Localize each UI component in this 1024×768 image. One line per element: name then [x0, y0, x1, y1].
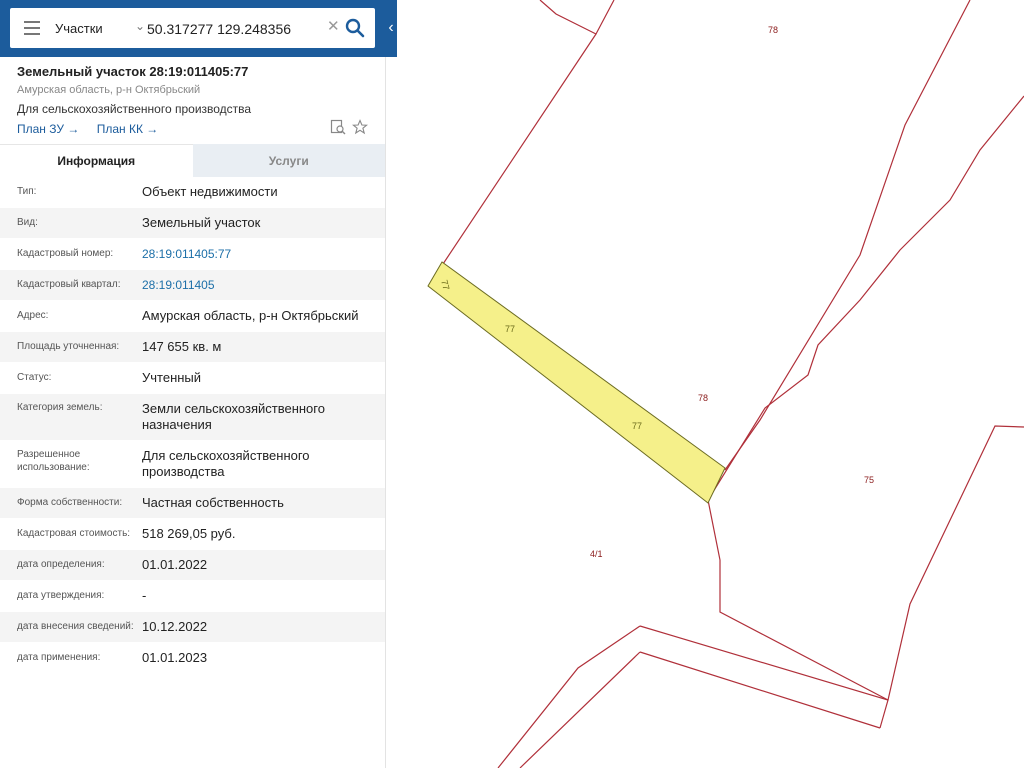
property-value: Земли сельскохозяйственного назначения	[142, 401, 325, 432]
property-value: Для сельскохозяйственного производства	[142, 448, 310, 479]
property-label: Площадь уточненная:	[17, 341, 120, 352]
property-label: Форма собственности:	[17, 497, 123, 508]
property-row-permitted-use: Разрешенное использование: Для сельскохо…	[0, 441, 385, 488]
search-document-icon[interactable]	[330, 119, 346, 135]
property-value: Частная собственность	[142, 495, 284, 510]
property-row-status: Статус: Учтенный	[0, 363, 385, 394]
property-label: Разрешенное использование:	[17, 449, 90, 473]
object-use: Для сельскохозяйственного производства	[17, 102, 252, 116]
property-value: 10.12.2022	[142, 619, 208, 634]
property-label: Вид:	[17, 217, 38, 228]
property-label: дата утверждения:	[17, 590, 105, 601]
object-header: Земельный участок 28:19:011405:77 Амурск…	[17, 64, 377, 116]
property-row-approval-date: дата утверждения: -	[0, 581, 385, 612]
property-row-cadastral-number: Кадастровый номер: 28:19:011405:77	[0, 239, 385, 270]
property-row-kind: Вид: Земельный участок	[0, 208, 385, 239]
chevron-left-icon[interactable]: ‹	[385, 8, 397, 48]
property-label: Тип:	[17, 186, 37, 197]
object-title: Земельный участок 28:19:011405:77	[17, 64, 249, 79]
property-value: Амурская область, р-н Октябрьский	[142, 308, 359, 323]
property-value: 01.01.2023	[142, 650, 208, 665]
property-label: Адрес:	[17, 310, 49, 321]
plan-links: План ЗУ → План КК →	[17, 122, 172, 136]
property-label: Кадастровая стоимость:	[17, 528, 131, 539]
property-value: Учтенный	[142, 370, 202, 385]
property-row-address: Адрес: Амурская область, р-н Октябрьский	[0, 301, 385, 332]
search-box: Участки ⌄ ✕	[10, 8, 375, 48]
search-input[interactable]	[145, 16, 329, 42]
star-icon[interactable]	[352, 119, 368, 135]
search-icon[interactable]	[344, 17, 366, 39]
map-label-78-mid: 78	[698, 393, 708, 403]
property-row-application-date: дата применения: 01.01.2023	[0, 643, 385, 674]
search-bar: Участки ⌄ ✕ ‹	[0, 0, 397, 57]
tab-information[interactable]: Информация	[0, 144, 193, 177]
property-row-ownership: Форма собственности: Частная собственнос…	[0, 488, 385, 519]
map-label-75: 75	[864, 475, 874, 485]
cadastral-number-link[interactable]: 28:19:011405:77	[141, 239, 385, 262]
property-row-cadastral-value: Кадастровая стоимость: 518 269,05 руб.	[0, 519, 385, 550]
menu-icon[interactable]	[24, 21, 40, 35]
cadastral-quarter-link[interactable]: 28:19:011405	[141, 270, 385, 293]
info-panel: Участки ⌄ ✕ ‹ Земельный участок 28:19:01…	[0, 0, 397, 768]
object-region: Амурская область, р-н Октябрьский	[17, 84, 201, 96]
map-label-77-mid: 77	[505, 324, 515, 334]
map-label-78-top: 78	[768, 25, 778, 35]
property-row-entry-date: дата внесения сведений: 10.12.2022	[0, 612, 385, 643]
plan-zu-link[interactable]: План ЗУ →	[17, 122, 79, 136]
property-row-cadastral-quarter: Кадастровый квартал: 28:19:011405	[0, 270, 385, 301]
property-label: Кадастровый номер:	[17, 248, 114, 259]
property-label: дата применения:	[17, 652, 101, 663]
map-label-77-lower: 77	[632, 421, 642, 431]
property-label: дата внесения сведений:	[17, 621, 134, 632]
property-label: Категория земель:	[17, 402, 103, 413]
property-value: Объект недвижимости	[142, 184, 278, 199]
property-value: -	[142, 588, 147, 603]
property-row-type: Тип: Объект недвижимости	[0, 177, 385, 208]
property-value: 518 269,05 руб.	[142, 526, 236, 541]
property-label: дата определения:	[17, 559, 105, 570]
property-value: 147 655 кв. м	[142, 339, 222, 354]
tab-services[interactable]: Услуги	[192, 144, 385, 177]
property-row-land-category: Категория земель: Земли сельскохозяйстве…	[0, 394, 385, 441]
chevron-down-icon: ⌄	[134, 19, 145, 33]
property-value: Земельный участок	[142, 215, 261, 230]
properties-table: Тип: Объект недвижимости Вид: Земельный …	[0, 177, 385, 674]
tabs: Информация Услуги	[0, 144, 385, 177]
property-label: Статус:	[17, 372, 52, 383]
property-value: 01.01.2022	[142, 557, 208, 572]
close-icon[interactable]: ✕	[327, 17, 340, 35]
property-row-determination-date: дата определения: 01.01.2022	[0, 550, 385, 581]
property-row-area: Площадь уточненная: 147 655 кв. м	[0, 332, 385, 363]
map-label-4-1: 4/1	[590, 549, 603, 559]
layer-select-value: Участки	[55, 20, 103, 36]
plan-kk-link[interactable]: План КК →	[97, 122, 159, 136]
layer-select[interactable]: Участки ⌄	[55, 8, 147, 48]
property-label: Кадастровый квартал:	[17, 279, 121, 290]
